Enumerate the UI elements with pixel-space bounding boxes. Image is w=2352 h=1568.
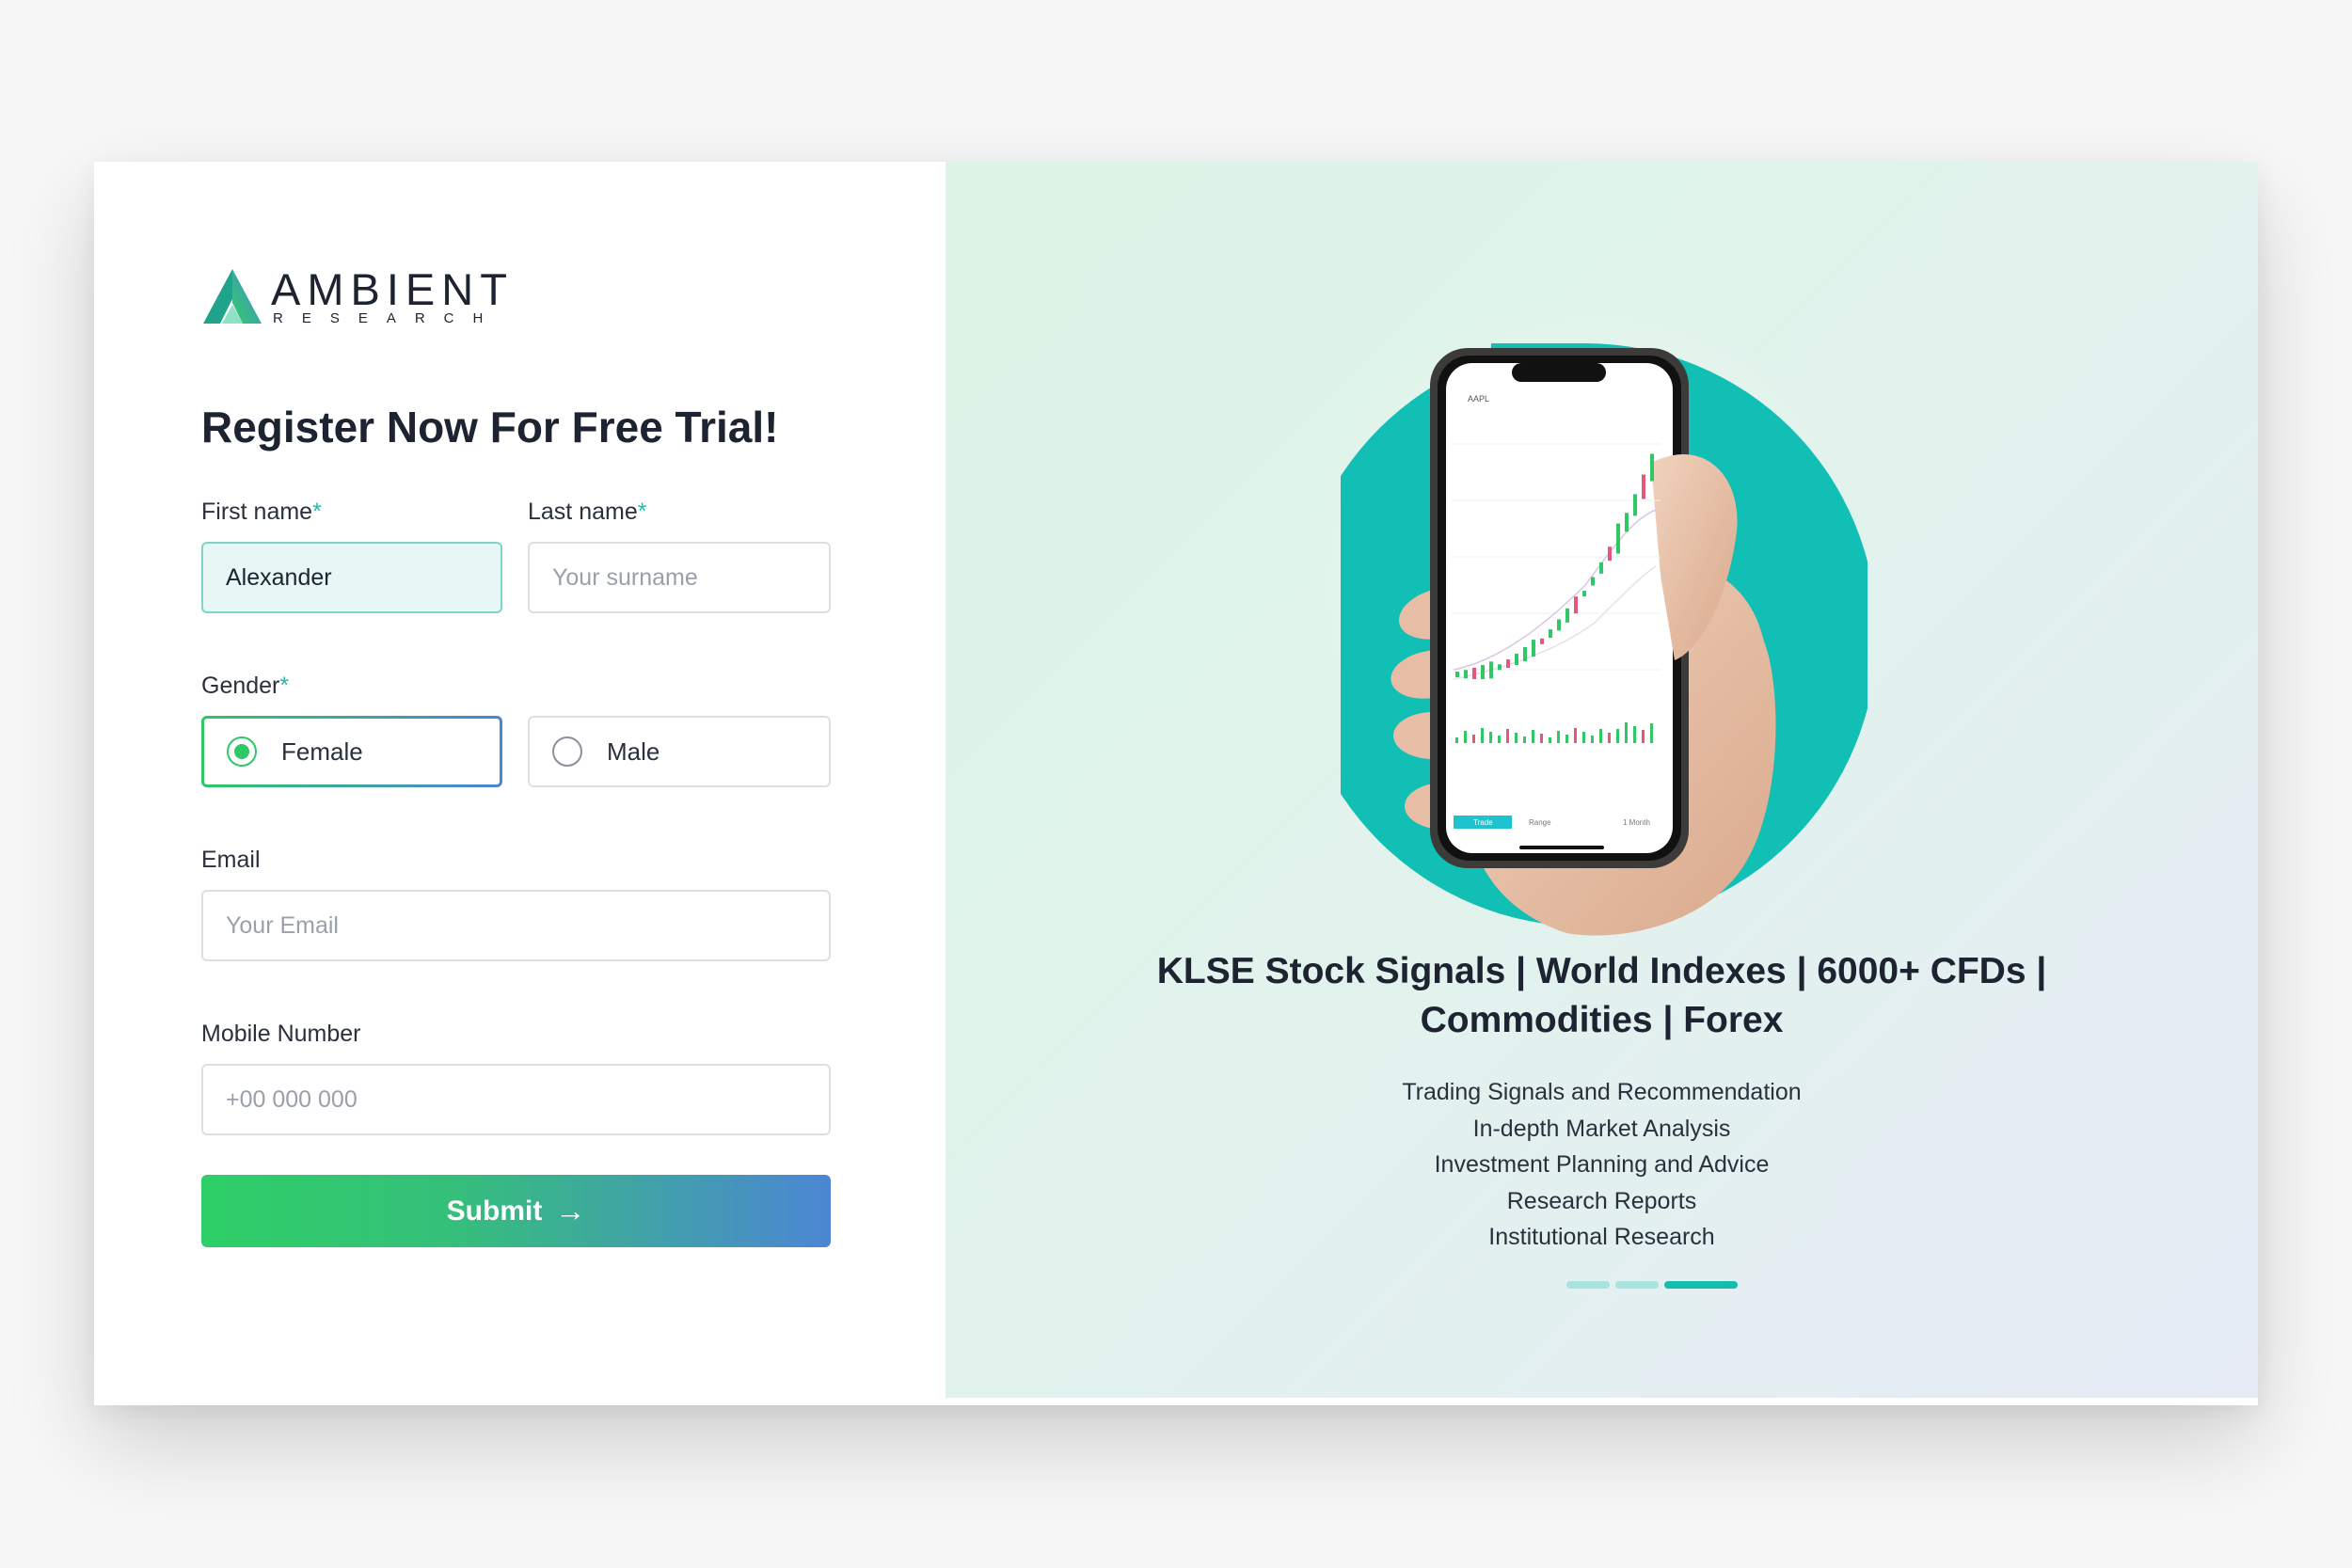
candle bbox=[1591, 577, 1595, 586]
volume-bar bbox=[1515, 733, 1518, 743]
feature-item: Investment Planning and Advice bbox=[1434, 1151, 1770, 1178]
carousel-dot[interactable] bbox=[1566, 1281, 1610, 1289]
candle bbox=[1523, 646, 1527, 661]
radio-unchecked-icon bbox=[552, 736, 582, 767]
volume-bar bbox=[1455, 737, 1458, 743]
volume-bar bbox=[1481, 728, 1484, 743]
volume-bar bbox=[1489, 732, 1492, 743]
candle bbox=[1642, 474, 1645, 499]
carousel-indicators bbox=[1566, 1281, 1738, 1289]
feature-item: Trading Signals and Recommendation bbox=[1402, 1079, 1802, 1105]
candle bbox=[1464, 670, 1468, 679]
volume-bar bbox=[1608, 733, 1611, 743]
brand-name: AMBIENT bbox=[271, 264, 514, 314]
gender-option-male[interactable]: Male bbox=[528, 716, 831, 787]
volume-bar bbox=[1549, 737, 1551, 743]
mobile-input[interactable]: +00 000 000 bbox=[201, 1064, 831, 1135]
first-name-label: First name* bbox=[201, 499, 322, 525]
promo-headline: KLSE Stock Signals | World Indexes | 600… bbox=[1156, 951, 2047, 1040]
candle bbox=[1549, 629, 1552, 639]
last-name-input[interactable]: Your surname bbox=[528, 542, 831, 613]
candle bbox=[1557, 619, 1561, 631]
volume-bar bbox=[1633, 726, 1636, 743]
candle bbox=[1599, 562, 1603, 574]
volume-bar bbox=[1557, 731, 1560, 743]
candle bbox=[1608, 546, 1612, 562]
phone-in-hand-illustration: AAPL Trade Range 1 Month bbox=[1341, 343, 1867, 936]
brand-logo: AMBIENT RESEARCH bbox=[201, 267, 514, 327]
brand-tagline: RESEARCH bbox=[273, 310, 502, 326]
gender-label: Gender* bbox=[201, 673, 290, 699]
registration-form-panel: AMBIENT RESEARCH Register Now For Free T… bbox=[94, 162, 946, 1405]
registration-card: AMBIENT RESEARCH Register Now For Free T… bbox=[94, 162, 2258, 1405]
volume-bar bbox=[1532, 730, 1534, 743]
volume-bar bbox=[1523, 736, 1526, 743]
candle bbox=[1633, 494, 1637, 516]
last-name-label: Last name* bbox=[528, 499, 647, 525]
candle bbox=[1565, 608, 1569, 623]
mobile-label: Mobile Number bbox=[201, 1021, 361, 1047]
volume-bar bbox=[1582, 732, 1585, 743]
email-label: Email bbox=[201, 847, 261, 873]
volume-bar bbox=[1498, 736, 1501, 743]
volume-bar bbox=[1464, 731, 1467, 743]
volume-bar bbox=[1506, 729, 1509, 743]
candle bbox=[1472, 667, 1476, 679]
volume-bar bbox=[1650, 723, 1653, 743]
candle bbox=[1574, 596, 1578, 614]
feature-item: Institutional Research bbox=[1488, 1224, 1715, 1250]
radio-checked-icon bbox=[227, 736, 257, 767]
promo-panel: AAPL Trade Range 1 Month KLSE Stock Sign… bbox=[946, 162, 2258, 1398]
form-title: Register Now For Free Trial! bbox=[201, 403, 779, 451]
candle bbox=[1616, 523, 1620, 554]
svg-text:Range: Range bbox=[1529, 818, 1551, 827]
candle bbox=[1506, 659, 1510, 669]
volume-bar bbox=[1625, 722, 1628, 743]
feature-item: In-depth Market Analysis bbox=[1472, 1115, 1731, 1142]
submit-button[interactable]: Submit → bbox=[201, 1175, 831, 1247]
candle bbox=[1650, 453, 1654, 482]
svg-text:AAPL: AAPL bbox=[1468, 394, 1489, 404]
candle bbox=[1489, 661, 1493, 679]
carousel-dot[interactable] bbox=[1615, 1281, 1659, 1289]
ambient-logo-icon bbox=[203, 269, 262, 324]
gender-option-female[interactable]: Female bbox=[201, 716, 502, 787]
svg-text:Trade: Trade bbox=[1473, 818, 1493, 827]
candle bbox=[1455, 672, 1459, 677]
volume-bar bbox=[1472, 735, 1475, 743]
email-input[interactable]: Your Email bbox=[201, 890, 831, 961]
carousel-dot-active[interactable] bbox=[1664, 1281, 1738, 1289]
volume-bar bbox=[1616, 729, 1619, 743]
arrow-right-icon: → bbox=[555, 1194, 586, 1227]
volume-bar bbox=[1599, 729, 1602, 743]
candle bbox=[1540, 638, 1544, 644]
volume-bar bbox=[1642, 730, 1645, 743]
feature-list: Trading Signals and Recommendation In-de… bbox=[946, 1074, 2258, 1256]
candle bbox=[1481, 665, 1485, 680]
candle bbox=[1582, 591, 1586, 597]
feature-item: Research Reports bbox=[1506, 1187, 1697, 1214]
volume-bar bbox=[1591, 736, 1594, 743]
candle bbox=[1515, 653, 1518, 665]
candle bbox=[1625, 513, 1629, 532]
candle bbox=[1532, 640, 1535, 657]
volume-bar bbox=[1565, 735, 1568, 743]
svg-text:1 Month: 1 Month bbox=[1623, 818, 1650, 827]
first-name-input[interactable]: Alexander bbox=[201, 542, 502, 613]
candle bbox=[1498, 664, 1502, 671]
volume-bar bbox=[1574, 728, 1577, 743]
volume-bar bbox=[1540, 734, 1543, 743]
